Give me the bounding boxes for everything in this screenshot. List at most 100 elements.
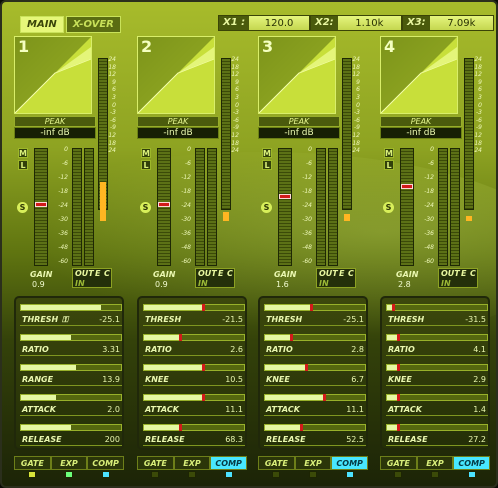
lock-icon[interactable]: ⚿	[62, 315, 68, 325]
param-slider-knob[interactable]	[397, 364, 400, 371]
param-slider-knob[interactable]	[323, 394, 326, 401]
crossover-x3-field[interactable]: X3: 7.09k	[402, 15, 494, 31]
param-slider[interactable]	[143, 394, 245, 401]
mode-gate-button[interactable]: GATE	[380, 456, 417, 470]
e-label[interactable]: E	[461, 269, 466, 278]
mode-comp-button[interactable]: COMP	[331, 456, 369, 470]
gain-fader[interactable]	[400, 148, 414, 266]
param-value[interactable]: 68.3	[225, 435, 243, 444]
solo-icon[interactable]: S	[17, 202, 28, 213]
mode-comp-button[interactable]: COMP	[453, 456, 491, 470]
param-slider-knob[interactable]	[310, 304, 313, 311]
meter-mode-selector[interactable]: OUT E C IN	[72, 268, 112, 288]
transfer-curve-display[interactable]: 2	[137, 36, 215, 114]
param-ratio[interactable]: RATIO 3.31	[20, 334, 122, 360]
param-slider[interactable]	[264, 364, 366, 371]
e-label[interactable]: E	[95, 269, 100, 278]
crossover-value[interactable]: 1.10k	[338, 18, 401, 29]
transfer-curve-display[interactable]: 3	[258, 36, 336, 114]
solo-icon[interactable]: S	[383, 202, 394, 213]
param-ratio[interactable]: RATIO 4.1	[386, 334, 488, 360]
param-slider[interactable]	[264, 394, 366, 401]
param-value[interactable]: -21.5	[222, 315, 243, 324]
in-label[interactable]: IN	[198, 279, 208, 288]
solo-icon[interactable]: S	[261, 202, 272, 213]
c-label[interactable]: C	[227, 269, 233, 278]
c-label[interactable]: C	[470, 269, 476, 278]
gain-value[interactable]: 0.9	[155, 280, 168, 289]
gain-value[interactable]: 1.6	[276, 280, 289, 289]
param-value[interactable]: 2.9	[473, 375, 486, 384]
param-attack[interactable]: ATTACK 11.1	[264, 394, 366, 420]
in-label[interactable]: IN	[441, 279, 451, 288]
param-slider-knob[interactable]	[397, 334, 400, 341]
param-slider[interactable]	[143, 424, 245, 431]
param-release[interactable]: RELEASE 68.3	[143, 424, 245, 450]
param-slider[interactable]	[143, 364, 245, 371]
param-value[interactable]: 52.5	[346, 435, 364, 444]
e-label[interactable]: E	[218, 269, 223, 278]
mode-gate-button[interactable]: GATE	[258, 456, 295, 470]
meter-mode-selector[interactable]: OUT E C IN	[316, 268, 356, 288]
transfer-curve-display[interactable]: 4	[380, 36, 458, 114]
out-label[interactable]: OUT	[319, 269, 338, 278]
param-slider[interactable]	[20, 364, 122, 371]
param-slider[interactable]	[264, 334, 366, 341]
param-value[interactable]: 2.0	[107, 405, 120, 414]
transfer-curve-display[interactable]: 1	[14, 36, 92, 114]
gain-fader-thumb[interactable]	[35, 202, 47, 207]
out-label[interactable]: OUT	[198, 269, 217, 278]
param-value[interactable]: 4.1	[473, 345, 486, 354]
param-slider[interactable]	[20, 304, 122, 311]
mid-button[interactable]: M	[141, 148, 151, 158]
param-slider-knob[interactable]	[290, 334, 293, 341]
param-slider-knob[interactable]	[305, 364, 308, 371]
param-thresh[interactable]: THRESH -21.5	[143, 304, 245, 330]
param-thresh[interactable]: THRESH -31.5	[386, 304, 488, 330]
crossover-value[interactable]: 7.09k	[430, 18, 493, 29]
crossover-value[interactable]: 120.0	[249, 18, 309, 29]
param-value[interactable]: 2.6	[230, 345, 243, 354]
param-slider[interactable]	[264, 424, 366, 431]
gain-fader-thumb[interactable]	[401, 184, 413, 189]
param-knee[interactable]: KNEE 6.7	[264, 364, 366, 390]
gain-fader-thumb[interactable]	[279, 194, 291, 199]
param-slider[interactable]	[386, 364, 488, 371]
c-label[interactable]: C	[348, 269, 354, 278]
param-attack[interactable]: ATTACK 11.1	[143, 394, 245, 420]
param-slider-knob[interactable]	[179, 424, 182, 431]
param-slider[interactable]	[143, 304, 245, 311]
param-ratio[interactable]: RATIO 2.8	[264, 334, 366, 360]
param-value[interactable]: 3.31	[102, 345, 120, 354]
param-slider[interactable]	[386, 424, 488, 431]
left-button[interactable]: L	[262, 160, 272, 170]
param-value[interactable]: 13.9	[102, 375, 120, 384]
param-value[interactable]: 6.7	[351, 375, 364, 384]
param-value[interactable]: 11.1	[225, 405, 243, 414]
param-slider[interactable]	[386, 334, 488, 341]
crossover-x1-field[interactable]: X1 :120.0	[218, 15, 310, 31]
solo-icon[interactable]: S	[140, 202, 151, 213]
gain-value[interactable]: 0.9	[32, 280, 45, 289]
meter-mode-selector[interactable]: OUT E C IN	[438, 268, 478, 288]
param-slider-knob[interactable]	[300, 424, 303, 431]
left-button[interactable]: L	[18, 160, 28, 170]
mode-exp-button[interactable]: EXP	[416, 456, 454, 470]
param-slider[interactable]	[386, 304, 488, 311]
param-value[interactable]: -25.1	[99, 315, 120, 324]
param-range[interactable]: RANGE 13.9	[20, 364, 122, 390]
mode-gate-button[interactable]: GATE	[14, 456, 51, 470]
param-thresh[interactable]: THRESH -25.1 ⚿	[20, 304, 122, 330]
meter-mode-selector[interactable]: OUT E C IN	[195, 268, 235, 288]
param-value[interactable]: -31.5	[465, 315, 486, 324]
tab-x-over[interactable]: X-OVER	[65, 16, 121, 33]
crossover-x2-field[interactable]: X2: 1.10k	[310, 15, 402, 31]
mode-exp-button[interactable]: EXP	[173, 456, 211, 470]
out-label[interactable]: OUT	[75, 269, 94, 278]
gain-fader-thumb[interactable]	[158, 202, 170, 207]
in-label[interactable]: IN	[75, 279, 85, 288]
param-value[interactable]: 10.5	[225, 375, 243, 384]
param-attack[interactable]: ATTACK 2.0	[20, 394, 122, 420]
c-label[interactable]: C	[104, 269, 110, 278]
mid-button[interactable]: M	[262, 148, 272, 158]
